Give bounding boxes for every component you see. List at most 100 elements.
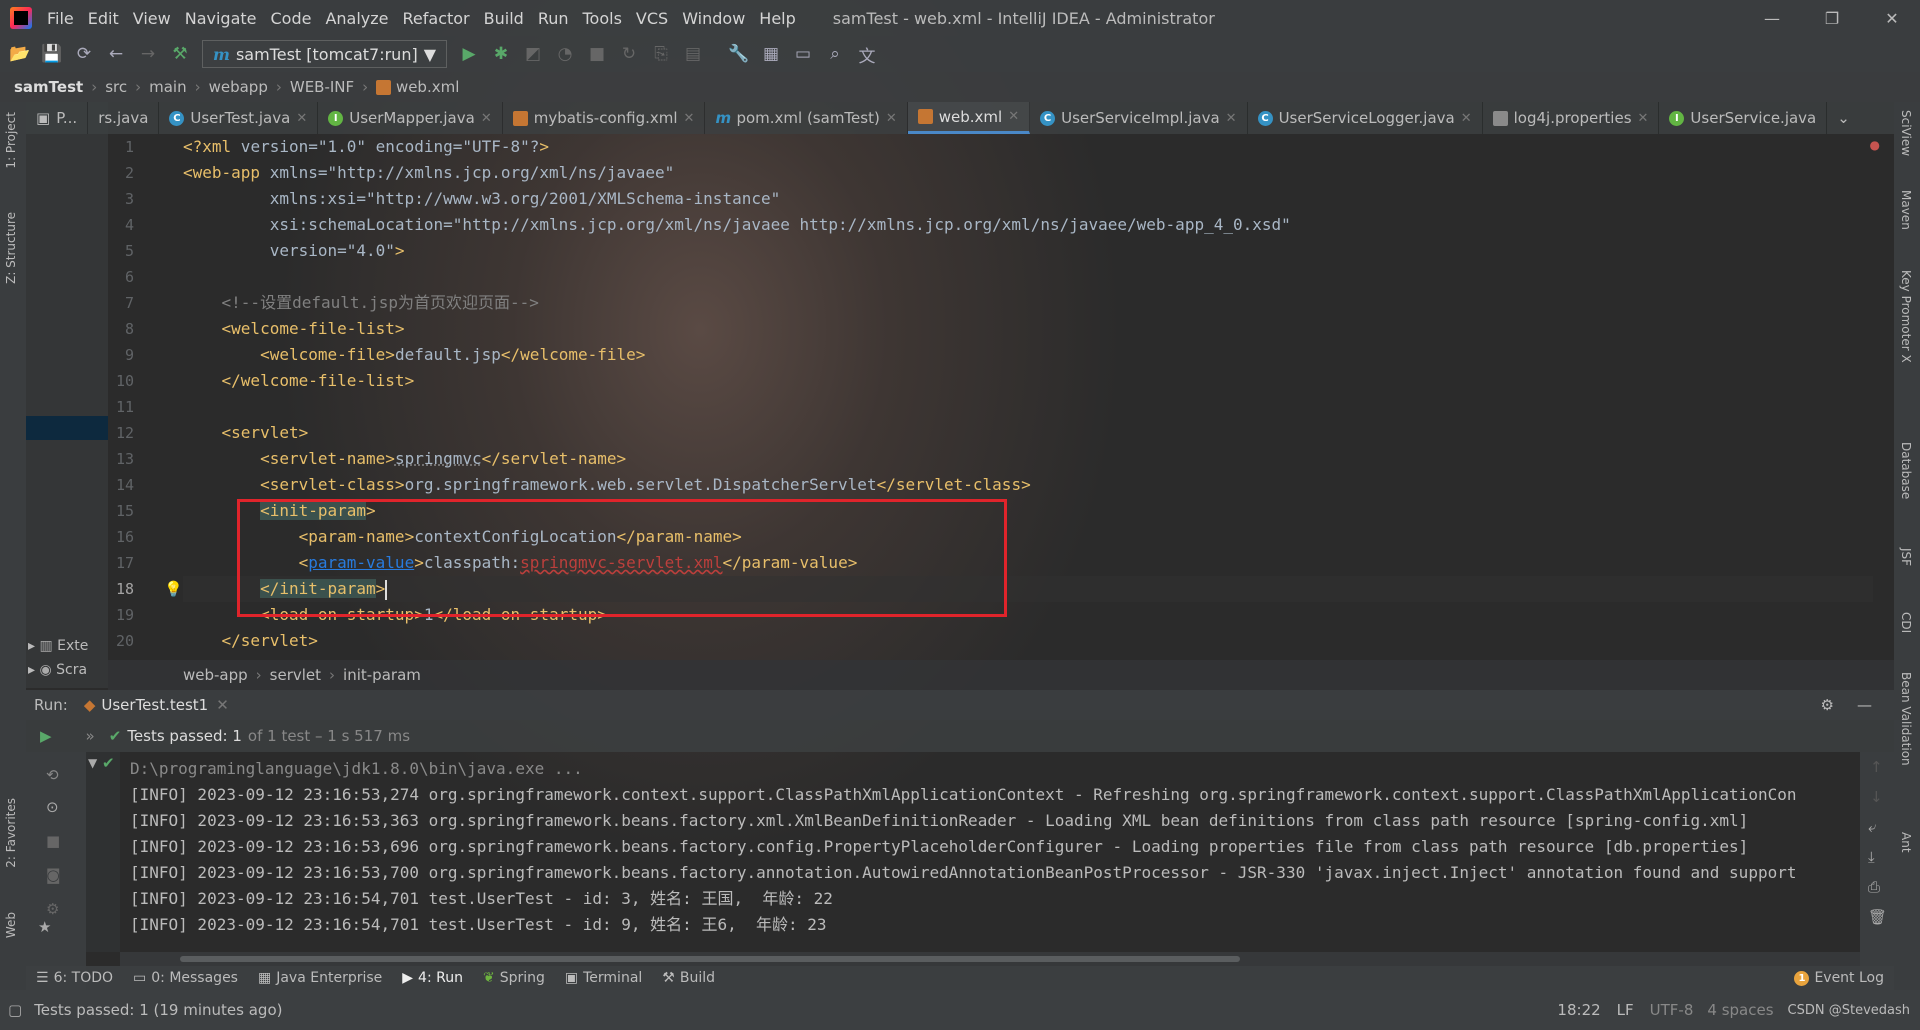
code-line[interactable]: <!--设置default.jsp为首页欢迎页面--> [183, 290, 539, 316]
tool-tab-todo[interactable]: ☰ 6: TODO [26, 970, 123, 986]
breadcrumb-project[interactable]: samTest [14, 78, 83, 96]
close-tab-icon[interactable]: ✕ [1226, 111, 1237, 126]
project-structure-icon[interactable]: ▦ [755, 38, 787, 70]
close-tab-icon[interactable]: ✕ [481, 111, 492, 126]
breadcrumb-web-inf[interactable]: WEB-INF [290, 78, 354, 96]
close-tab-icon[interactable]: ✕ [886, 111, 897, 126]
status-message[interactable]: Tests passed: 1 (19 minutes ago) [34, 1001, 282, 1019]
tool-maven[interactable]: Maven [1899, 190, 1913, 230]
rerun-failed-icon[interactable]: ⟲ [46, 766, 59, 784]
xml-crumb-servlet[interactable]: servlet [270, 666, 321, 684]
trash-icon[interactable]: 🗑 [1868, 908, 1887, 926]
status-toggle-icon[interactable]: ▢ [8, 1001, 22, 1019]
tab-project-panel[interactable]: ▣ P... [26, 102, 89, 134]
code-line[interactable]: <?xml version="1.0" encoding="UTF-8"?> [183, 134, 549, 160]
layout-icon[interactable]: ▤ [677, 38, 709, 70]
tree-external-libs[interactable]: ▸ ▥ Exte [28, 638, 88, 654]
close-run-tab-icon[interactable]: ✕ [216, 696, 229, 714]
close-window-icon[interactable]: ✕ [1864, 0, 1920, 36]
coverage-icon[interactable]: ◩ [517, 38, 549, 70]
tool-tab-terminal[interactable]: ▣ Terminal [555, 970, 652, 986]
down-arrow-icon[interactable]: ↓ [1870, 788, 1883, 806]
console-output[interactable]: D:\programinglanguage\jdk1.8.0\bin\java.… [120, 752, 1860, 952]
print-icon[interactable]: ⎙ [1868, 878, 1880, 896]
breadcrumb-web-xml[interactable]: web.xml [396, 78, 459, 96]
tool-project[interactable]: 1: Project [4, 112, 18, 169]
tab-usertest-java[interactable]: C UserTest.java ✕ [159, 102, 319, 134]
code-line[interactable]: xmlns:xsi="http://www.w3.org/2001/XMLSch… [183, 186, 781, 212]
file-encoding[interactable]: UTF-8 [1650, 1001, 1694, 1019]
tool-tab-build[interactable]: ⚒ Build [652, 970, 725, 986]
tool-tab-spring[interactable]: ❦ Spring [473, 970, 555, 986]
xml-crumb-init-param[interactable]: init-param [343, 666, 421, 684]
gear-icon[interactable]: ⚙ [1821, 696, 1834, 714]
terminal-window-icon[interactable]: ▭ [787, 38, 819, 70]
breadcrumb-src[interactable]: src [105, 78, 127, 96]
close-tab-icon[interactable]: ✕ [1638, 111, 1649, 126]
code-line[interactable]: <web-app xmlns="http://xmlns.jcp.org/xml… [183, 160, 674, 186]
stop-icon[interactable]: ■ [46, 832, 60, 850]
code-line[interactable]: xsi:schemaLocation="http://xmlns.jcp.org… [183, 212, 1291, 238]
close-tab-icon[interactable]: ✕ [296, 111, 307, 126]
tool-cdi[interactable]: CDI [1899, 612, 1913, 633]
code-line[interactable]: </servlet> [183, 628, 318, 654]
minimize-panel-icon[interactable]: — [1857, 696, 1872, 714]
favorites-star-icon[interactable]: ★ [38, 918, 51, 936]
stop-icon[interactable]: ■ [581, 38, 613, 70]
event-log-button[interactable]: 1 Event Log [1784, 970, 1894, 986]
tab-rs-java[interactable]: rs.java [88, 102, 160, 134]
minimize-icon[interactable]: — [1744, 0, 1800, 36]
tool-bean-validation[interactable]: Bean Validation [1899, 672, 1913, 766]
scroll-to-end-icon[interactable]: ⤓ [1868, 848, 1875, 866]
menu-tools[interactable]: Tools [576, 9, 629, 28]
translate-icon[interactable]: 文 [851, 38, 883, 70]
menu-analyze[interactable]: Analyze [318, 9, 395, 28]
tab-usermapper-java[interactable]: I UserMapper.java ✕ [318, 102, 503, 134]
menu-edit[interactable]: Edit [81, 9, 126, 28]
attach-icon[interactable]: ⎘ [645, 38, 677, 70]
menu-help[interactable]: Help [752, 9, 802, 28]
search-icon[interactable]: ⌕ [819, 38, 851, 70]
tab-userservice-java[interactable]: I UserService.java [1659, 102, 1828, 134]
close-tab-icon[interactable]: ✕ [1461, 111, 1472, 126]
up-arrow-icon[interactable]: ↑ [1870, 758, 1883, 776]
save-all-icon[interactable]: 💾 [36, 38, 68, 70]
back-arrow-icon[interactable]: ← [100, 38, 132, 70]
camera-icon[interactable]: ◙ [46, 866, 61, 884]
scrollbar-thumb[interactable] [180, 956, 1240, 962]
build-hammer-icon[interactable]: ⚒ [164, 38, 196, 70]
tool-web[interactable]: Web [4, 912, 18, 938]
code-line[interactable]: <servlet-name>springmvc</servlet-name> [183, 446, 626, 472]
settings-small-icon[interactable]: ⚙ [46, 900, 59, 918]
run-tab-usertest[interactable]: UserTest.test1 [101, 696, 208, 714]
console-horizontal-scrollbar[interactable] [120, 952, 1860, 966]
tool-ant[interactable]: Ant [1899, 832, 1913, 853]
code-line[interactable]: version="4.0"> [183, 238, 405, 264]
menu-navigate[interactable]: Navigate [178, 9, 264, 28]
menu-refactor[interactable]: Refactor [396, 9, 477, 28]
menu-run[interactable]: Run [531, 9, 576, 28]
error-indicator-icon[interactable]: ● [1870, 138, 1880, 152]
tab-log4j-properties[interactable]: log4j.properties ✕ [1483, 102, 1660, 134]
breadcrumb-main[interactable]: main [149, 78, 186, 96]
tab-mybatis-config[interactable]: mybatis-config.xml ✕ [503, 102, 706, 134]
wrench-settings-icon[interactable]: 🔧 [723, 38, 755, 70]
menu-vcs[interactable]: VCS [629, 9, 675, 28]
profile-icon[interactable]: ◔ [549, 38, 581, 70]
lightbulb-icon[interactable]: 💡 [164, 580, 183, 598]
code-line[interactable]: <servlet-class>org.springframework.web.s… [183, 472, 1031, 498]
sync-icon[interactable]: ⟳ [68, 38, 100, 70]
open-folder-icon[interactable]: 📂 [4, 38, 36, 70]
debug-bug-icon[interactable]: ✱ [485, 38, 517, 70]
menu-view[interactable]: View [126, 9, 178, 28]
menu-file[interactable]: File [40, 9, 81, 28]
indent-setting[interactable]: 4 spaces [1707, 1001, 1773, 1019]
tab-pom-xml[interactable]: m pom.xml (samTest) ✕ [705, 102, 908, 134]
tool-jsf[interactable]: JSF [1899, 548, 1913, 566]
line-separator[interactable]: LF [1617, 1001, 1634, 1019]
caret-position[interactable]: 18:22 [1557, 1001, 1600, 1019]
rerun-icon[interactable]: ↻ [613, 38, 645, 70]
collapse-arrow-icon[interactable]: ▼ [88, 756, 97, 770]
toggle-icon[interactable]: ⊙ [46, 798, 59, 816]
tab-userservicelogger[interactable]: C UserServiceLogger.java ✕ [1248, 102, 1483, 134]
